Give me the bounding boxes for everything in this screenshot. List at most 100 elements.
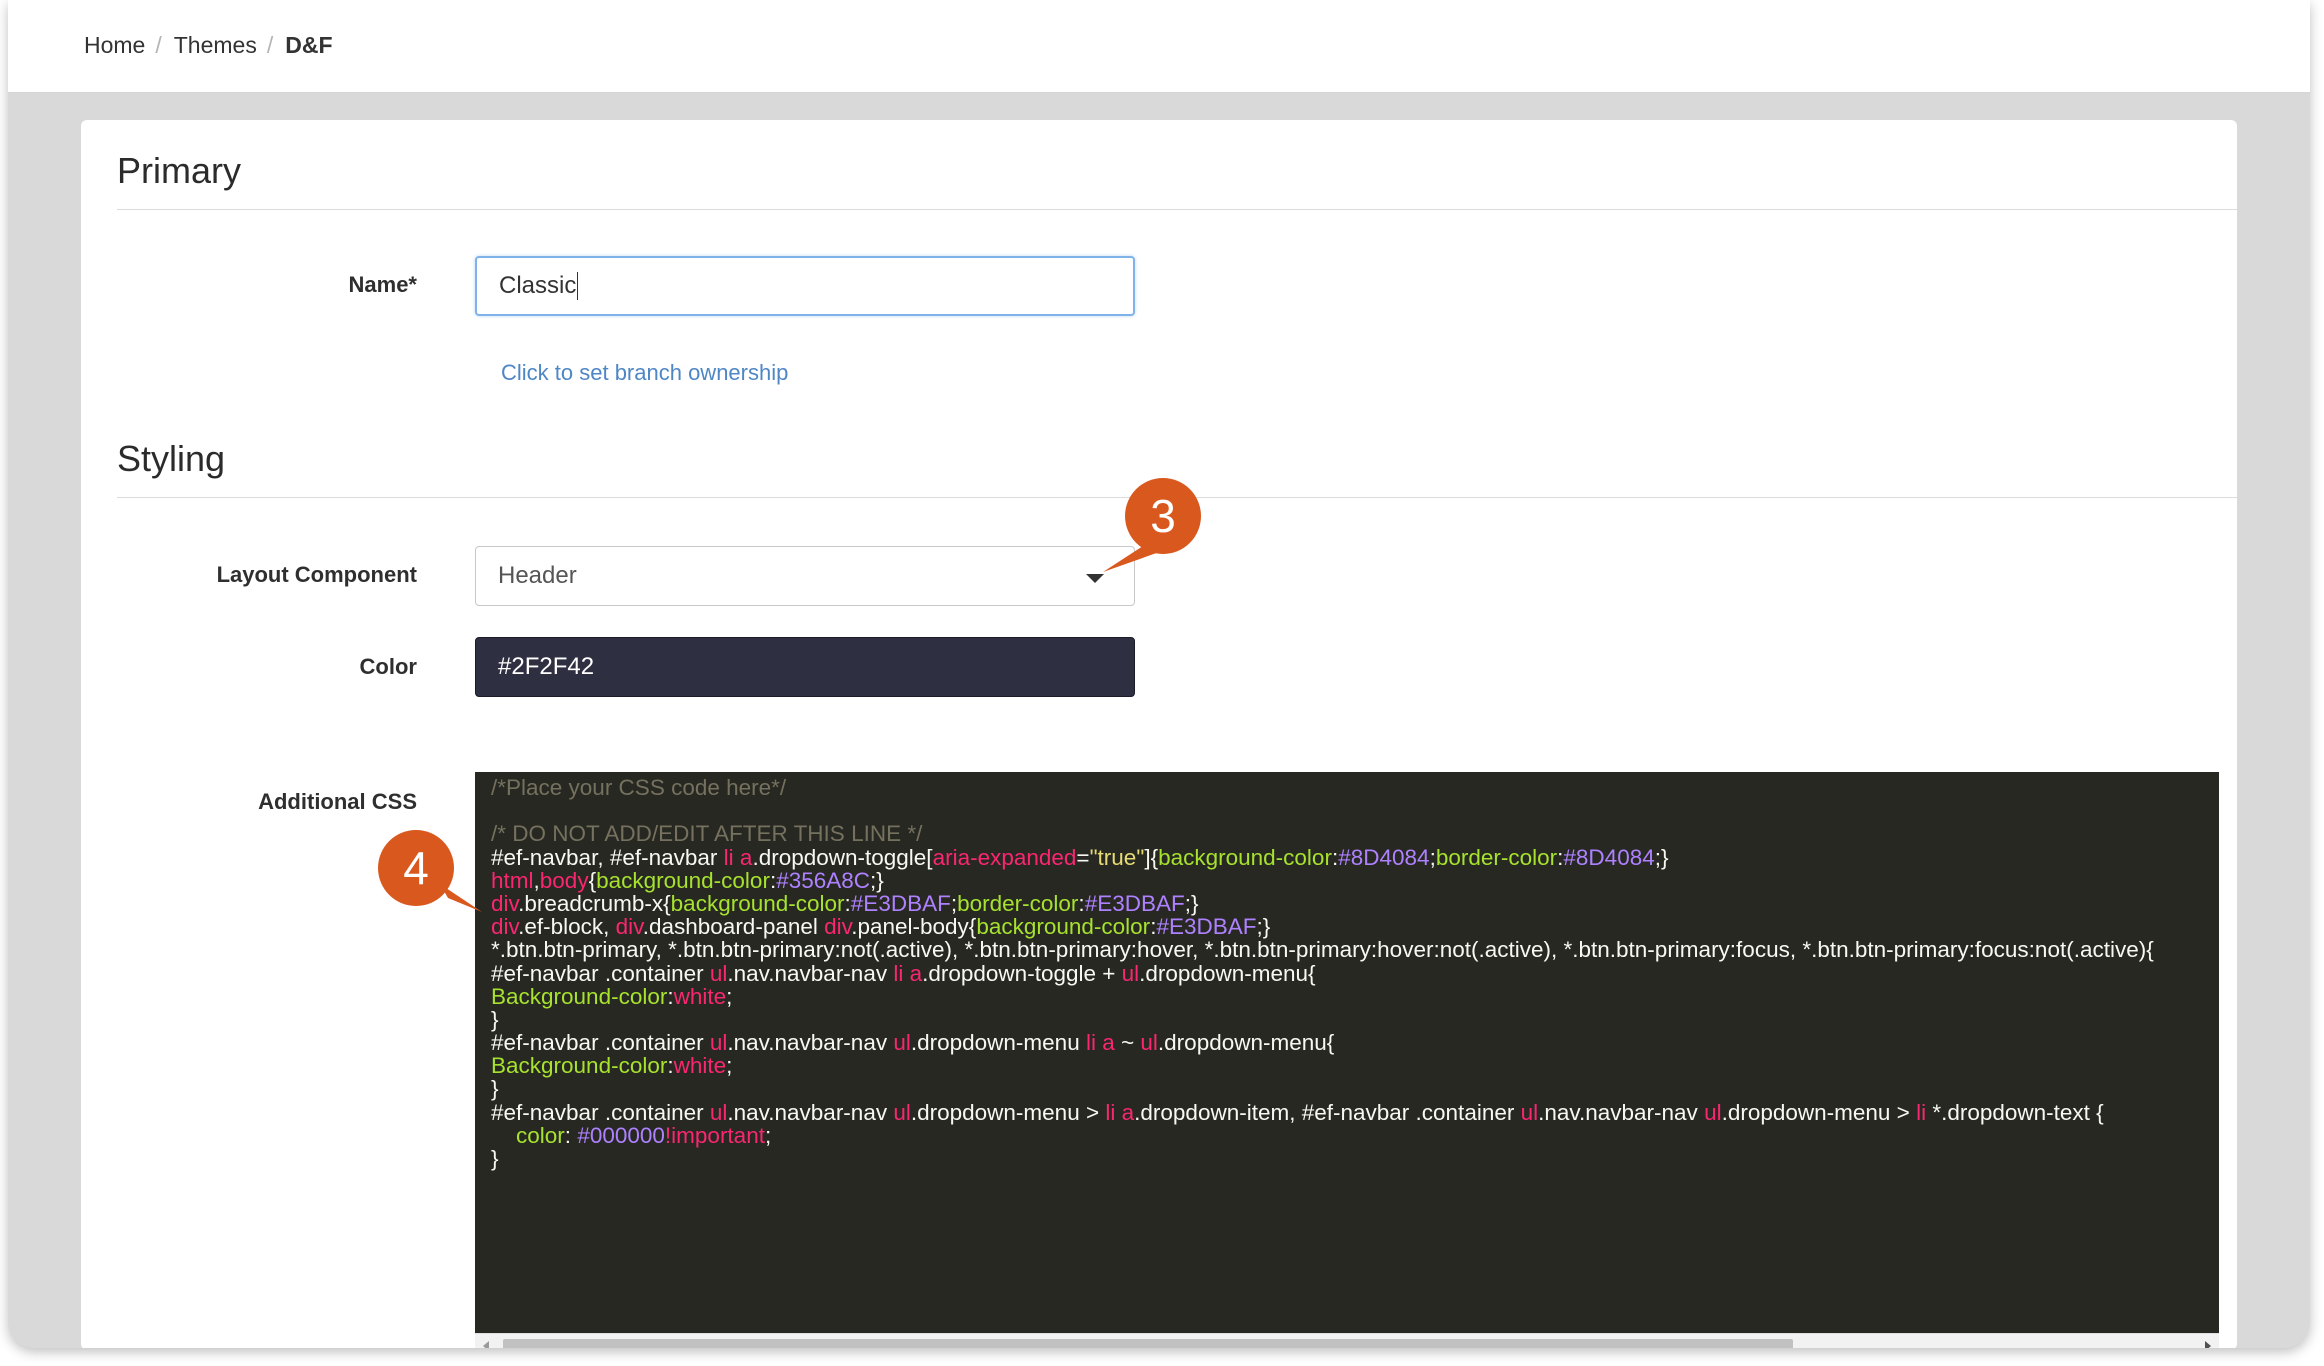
code-token: li [723, 844, 734, 870]
scroll-left-icon[interactable] [483, 1341, 489, 1348]
breadcrumb-separator: / [266, 32, 274, 58]
code-token: color [516, 1122, 565, 1148]
code-token: .nav.navbar-nav [727, 1099, 894, 1125]
code-token: .dropdown-menu{ [1139, 960, 1316, 986]
code-token: border-color [957, 890, 1079, 916]
code-token: border-color [1435, 844, 1558, 870]
code-token: ~ [1114, 1030, 1141, 1056]
code-token: ul [709, 1099, 728, 1125]
code-token: background-color [670, 890, 845, 916]
code-line: div.breadcrumb-x{background-color:#E3DBA… [491, 892, 2154, 915]
code-token: /* DO NOT ADD/EDIT AFTER THIS LINE */ [491, 821, 923, 847]
code-line: } [491, 1077, 2154, 1100]
chevron-down-icon [1086, 574, 1104, 583]
code-token: a [739, 844, 753, 870]
code-token: background-color [596, 867, 770, 893]
code-token: ul [709, 960, 728, 986]
code-token: #356A8C [776, 867, 871, 893]
code-line: #ef-navbar .container ul.nav.navbar-nav … [491, 960, 2154, 986]
code-token: .nav.navbar-nav [727, 1030, 894, 1056]
code-token: .dashboard-panel [642, 914, 825, 940]
primary-section-title: Primary [117, 150, 241, 191]
code-token: ; [726, 1053, 733, 1079]
name-input[interactable]: Classic [475, 256, 1135, 316]
code-token: } [491, 1146, 499, 1171]
code-token: .nav.navbar-nav [1538, 1099, 1705, 1125]
editor-horizontal-scrollbar[interactable] [475, 1333, 2219, 1348]
code-token: .ef-block, [518, 914, 616, 940]
code-line: /* DO NOT ADD/EDIT AFTER THIS LINE */ [491, 822, 2154, 845]
code-token: *.dropdown-text { [1926, 1099, 2104, 1125]
callout-4-number: 4 [403, 842, 429, 894]
code-line: Background-color:white; [491, 1054, 2154, 1077]
code-token: ul [1520, 1099, 1539, 1125]
code-token: #8D4084 [1338, 844, 1430, 870]
name-label: Name* [348, 272, 417, 297]
breadcrumb-themes[interactable]: Themes [174, 32, 257, 59]
code-line: #ef-navbar .container ul.nav.navbar-nav … [491, 1101, 2154, 1124]
code-token: li [1916, 1099, 1927, 1125]
layout-component-select[interactable]: Header [475, 546, 1135, 606]
code-token: .dropdown-menu > [910, 1099, 1106, 1125]
code-token: .dropdown-item, #ef-navbar .container [1134, 1099, 1521, 1125]
code-line: } [491, 1147, 2154, 1170]
callout-3-number: 3 [1150, 490, 1176, 542]
code-token: a [1121, 1099, 1135, 1125]
code-token: body [539, 867, 589, 893]
scrollbar-thumb[interactable] [503, 1339, 1793, 1348]
code-token: div [615, 914, 643, 940]
code-token: #ef-navbar .container [491, 1099, 710, 1125]
code-token: ; [764, 1122, 772, 1148]
code-token: aria-expanded [932, 844, 1077, 870]
code-token: a [909, 960, 923, 986]
code-token: #ef-navbar .container [491, 1030, 710, 1056]
code-token: div [491, 914, 519, 940]
css-code-editor[interactable]: /*Place your CSS code here*/ /* DO NOT AD… [475, 772, 2219, 1333]
breadcrumb-home[interactable]: Home [84, 32, 145, 59]
code-token: /*Place your CSS code here*/ [491, 775, 787, 800]
color-input[interactable]: #2F2F42 [475, 637, 1135, 697]
section-divider [117, 209, 2237, 210]
code-token: div [491, 890, 519, 916]
code-token: #E3DBAF [850, 890, 951, 916]
code-token: #ef-navbar .container [491, 960, 710, 986]
code-token: #8D4084 [1563, 844, 1655, 870]
branch-ownership-link[interactable]: Click to set branch ownership [501, 360, 788, 386]
code-token: ; [726, 983, 733, 1009]
code-token: .dropdown-toggle[ [752, 844, 933, 870]
app-frame: Home / Themes / D&F Primary Name* Classi… [8, 0, 2310, 1348]
code-line: } [491, 1008, 2154, 1031]
color-input-value: #2F2F42 [498, 653, 595, 680]
css-code: /*Place your CSS code here*/ /* DO NOT AD… [491, 776, 2154, 1170]
code-token: : [564, 1122, 578, 1148]
code-token: ul [893, 1099, 911, 1125]
code-token: ul [1121, 960, 1140, 986]
breadcrumb: Home / Themes / D&F [84, 32, 333, 59]
additional-css-label: Additional CSS [258, 789, 417, 814]
top-bar: Home / Themes / D&F [8, 0, 2310, 93]
code-token: html [491, 867, 534, 893]
code-token: background-color [1158, 844, 1332, 870]
callout-marker-4: 4 [376, 828, 482, 912]
code-token: ul [709, 1030, 728, 1056]
code-token: Background-color [491, 983, 668, 1009]
code-token: ul [1140, 1030, 1158, 1056]
code-token: #E3DBAF [1156, 914, 1257, 940]
code-token: #000000 [577, 1122, 665, 1148]
code-token: li [1085, 1030, 1096, 1056]
code-token: li [1105, 1099, 1116, 1125]
code-token: "true" [1089, 844, 1145, 870]
code-token: white [673, 1053, 727, 1079]
code-line: #ef-navbar, #ef-navbar li a.dropdown-tog… [491, 844, 2154, 870]
code-line: #ef-navbar .container ul.nav.navbar-nav … [491, 1031, 2154, 1054]
code-token: .breadcrumb-x{ [518, 890, 671, 916]
code-token: a [1102, 1030, 1115, 1056]
layout-component-value: Header [498, 562, 577, 589]
code-line: /*Place your CSS code here*/ [491, 776, 2154, 799]
code-token: .dropdown-menu [910, 1030, 1086, 1056]
code-token: background-color [976, 914, 1151, 940]
code-token: } [491, 1006, 499, 1032]
code-token: ;} [1184, 890, 1199, 916]
scroll-right-icon[interactable] [2205, 1341, 2211, 1348]
code-token: .dropdown-toggle + [922, 960, 1122, 986]
